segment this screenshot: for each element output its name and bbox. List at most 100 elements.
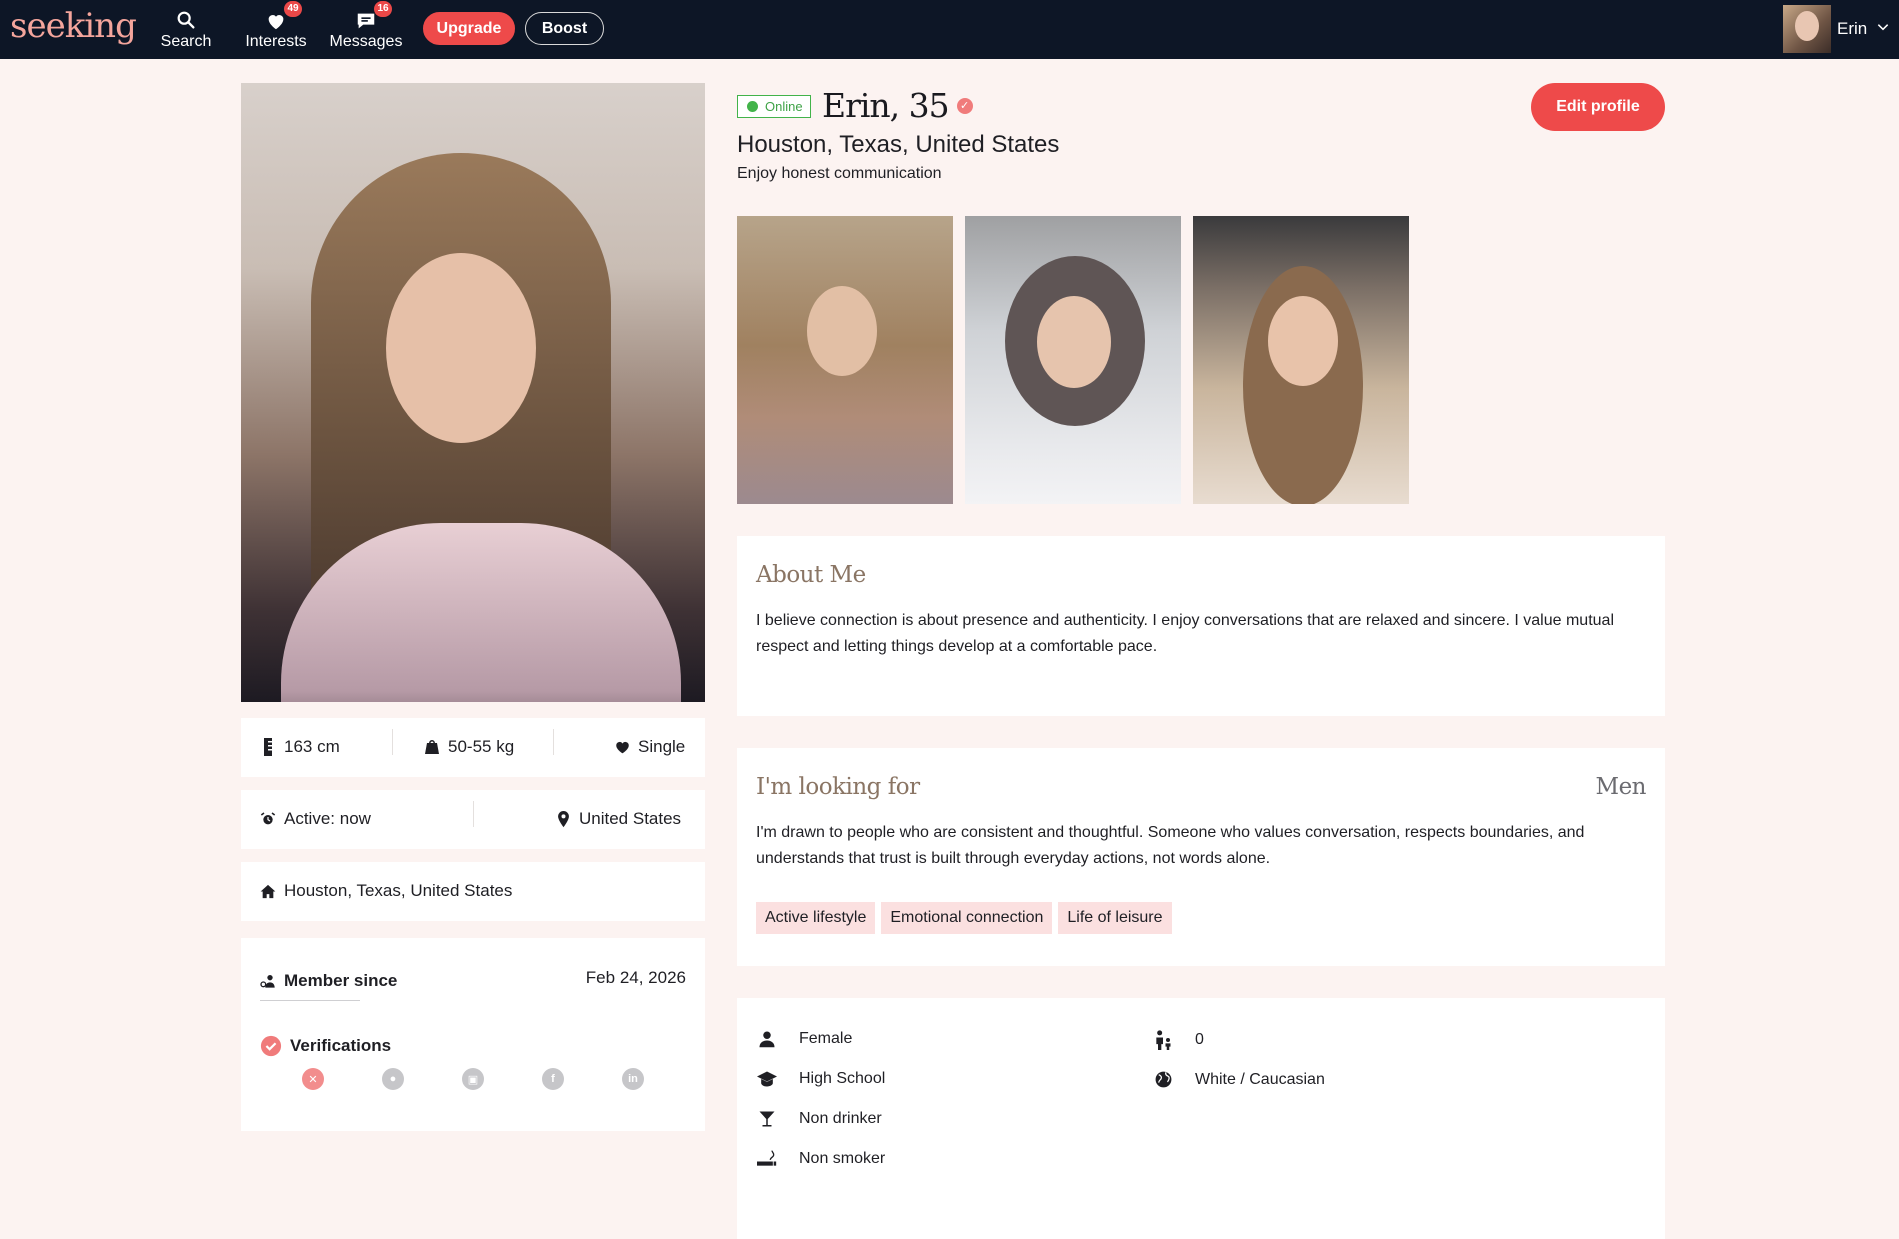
profile-photo-thumb[interactable] — [737, 216, 953, 504]
divider — [553, 729, 554, 755]
ruler-icon — [260, 738, 276, 756]
divider — [392, 729, 393, 755]
verified-check-icon — [260, 1035, 282, 1057]
height-stat: 163 cm — [260, 737, 340, 757]
messages-badge: 16 — [374, 1, 392, 17]
ethnicity-value: White / Caucasian — [1195, 1070, 1325, 1088]
online-badge: Online — [737, 95, 811, 118]
nav-search-label: Search — [160, 33, 212, 50]
globe-icon — [1152, 1070, 1174, 1089]
relationship-stat: Single — [614, 737, 685, 757]
looking-text: I'm drawn to people who are consistent a… — [756, 824, 1585, 867]
looking-heading: I'm looking for — [756, 774, 920, 800]
children-value: 0 — [1195, 1031, 1204, 1048]
about-heading: About Me — [756, 562, 866, 588]
main-profile-photo[interactable] — [241, 83, 705, 702]
edit-profile-button[interactable]: Edit profile — [1531, 83, 1665, 131]
profile-photo-thumb[interactable] — [1193, 216, 1409, 504]
contact-verification-icon[interactable]: ▣ — [462, 1068, 484, 1090]
ethnicity-detail: White / Caucasian — [1152, 1070, 1325, 1089]
about-text: I believe connection is about presence a… — [756, 612, 1614, 655]
facebook-icon[interactable]: f — [542, 1068, 564, 1090]
smoking-icon — [756, 1150, 778, 1168]
looking-for-panel: I'm looking for Men I'm drawn to people … — [737, 748, 1665, 966]
photo-face — [386, 253, 536, 443]
avatar — [1783, 5, 1831, 53]
account-menu[interactable]: Erin — [1783, 5, 1890, 53]
looking-tags: Active lifestyle Emotional connection Li… — [756, 902, 1172, 934]
parent-child-icon — [1152, 1030, 1174, 1050]
nav-search[interactable]: Search — [141, 6, 231, 51]
nav-messages-label: Messages — [329, 33, 403, 50]
body-stats-card: 163 cm 50-55 kg Single — [241, 718, 705, 777]
profile-name: Erin, 35 ✓ — [822, 86, 973, 125]
profile-photo-thumb[interactable] — [965, 216, 1181, 504]
tag-item: Emotional connection — [881, 902, 1053, 934]
home-value: Houston, Texas, United States — [284, 881, 513, 900]
nav-interests-label: Interests — [245, 33, 307, 50]
country-stat: United States — [555, 809, 681, 829]
online-dot — [747, 101, 758, 112]
country-value: United States — [579, 809, 682, 828]
gender-value: Female — [799, 1030, 853, 1047]
home-card: Houston, Texas, United States — [241, 862, 705, 921]
weight-stat: 50-55 kg — [424, 737, 514, 757]
active-stat: Active: now — [260, 809, 371, 829]
home-stat: Houston, Texas, United States — [260, 881, 512, 901]
linkedin-icon[interactable]: in — [622, 1068, 644, 1090]
active-value: Active: now — [284, 809, 371, 828]
graduation-cap-icon — [756, 1070, 778, 1088]
details-panel: Female High School Non drinker Non smoke… — [737, 998, 1665, 1239]
relationship-value: Single — [638, 737, 686, 756]
profile-location: Houston, Texas, United States — [737, 131, 1060, 158]
smoking-value: Non smoker — [799, 1150, 886, 1167]
member-since-date: Feb 24, 2026 — [585, 968, 686, 987]
name-age: Erin, 35 — [822, 86, 950, 125]
profile-tagline: Enjoy honest communication — [737, 165, 942, 182]
member-since-label: Member since — [284, 971, 398, 990]
tag-item: Life of leisure — [1058, 902, 1172, 934]
looking-target: Men — [1595, 774, 1647, 800]
education-detail: High School — [756, 1070, 885, 1088]
verification-icons: ✕ ● ▣ f in — [241, 1068, 705, 1090]
height-value: 163 cm — [284, 737, 340, 756]
divider — [473, 801, 474, 827]
membership-card: Member since Feb 24, 2026 Verifications … — [241, 938, 705, 1131]
tag-item: Active lifestyle — [756, 902, 876, 934]
photo-verification-icon[interactable]: ✕ — [302, 1068, 324, 1090]
heart-icon — [614, 740, 630, 754]
underline — [260, 1000, 360, 1001]
education-value: High School — [799, 1070, 886, 1087]
chevron-down-icon — [1876, 19, 1890, 39]
account-name: Erin — [1837, 19, 1868, 38]
search-icon — [141, 6, 231, 32]
weight-icon — [424, 739, 440, 755]
about-me-panel: About Me I believe connection is about p… — [737, 536, 1665, 716]
nav-interests[interactable]: 49 Interests — [231, 1, 321, 51]
drinking-detail: Non drinker — [756, 1110, 882, 1128]
verifications-label: Verifications — [290, 1036, 392, 1055]
nav-messages[interactable]: 16 Messages — [321, 1, 411, 51]
chat-icon: 16 — [321, 1, 411, 32]
heart-icon: 49 — [231, 1, 321, 32]
alarm-icon — [260, 810, 276, 828]
smoking-detail: Non smoker — [756, 1150, 885, 1168]
top-nav: seeking Search 49 Interests 16 Messages … — [0, 0, 1899, 59]
weight-value: 50-55 kg — [448, 737, 515, 756]
drinking-value: Non drinker — [799, 1110, 882, 1127]
upgrade-button[interactable]: Upgrade — [423, 12, 515, 45]
children-detail: 0 — [1152, 1030, 1204, 1050]
member-icon — [260, 973, 276, 989]
verifications-row: Verifications — [260, 1035, 391, 1057]
member-since-row: Member since — [260, 971, 397, 991]
verified-badge-icon: ✓ — [956, 97, 973, 114]
cocktail-icon — [756, 1110, 778, 1128]
location-pin-icon — [555, 810, 571, 828]
online-label: Online — [765, 99, 803, 114]
gender-detail: Female — [756, 1030, 852, 1048]
id-verification-icon[interactable]: ● — [382, 1068, 404, 1090]
interests-badge: 49 — [284, 1, 302, 17]
home-icon — [260, 884, 276, 899]
seeking-logo[interactable]: seeking — [10, 6, 137, 46]
boost-button[interactable]: Boost — [525, 12, 604, 45]
